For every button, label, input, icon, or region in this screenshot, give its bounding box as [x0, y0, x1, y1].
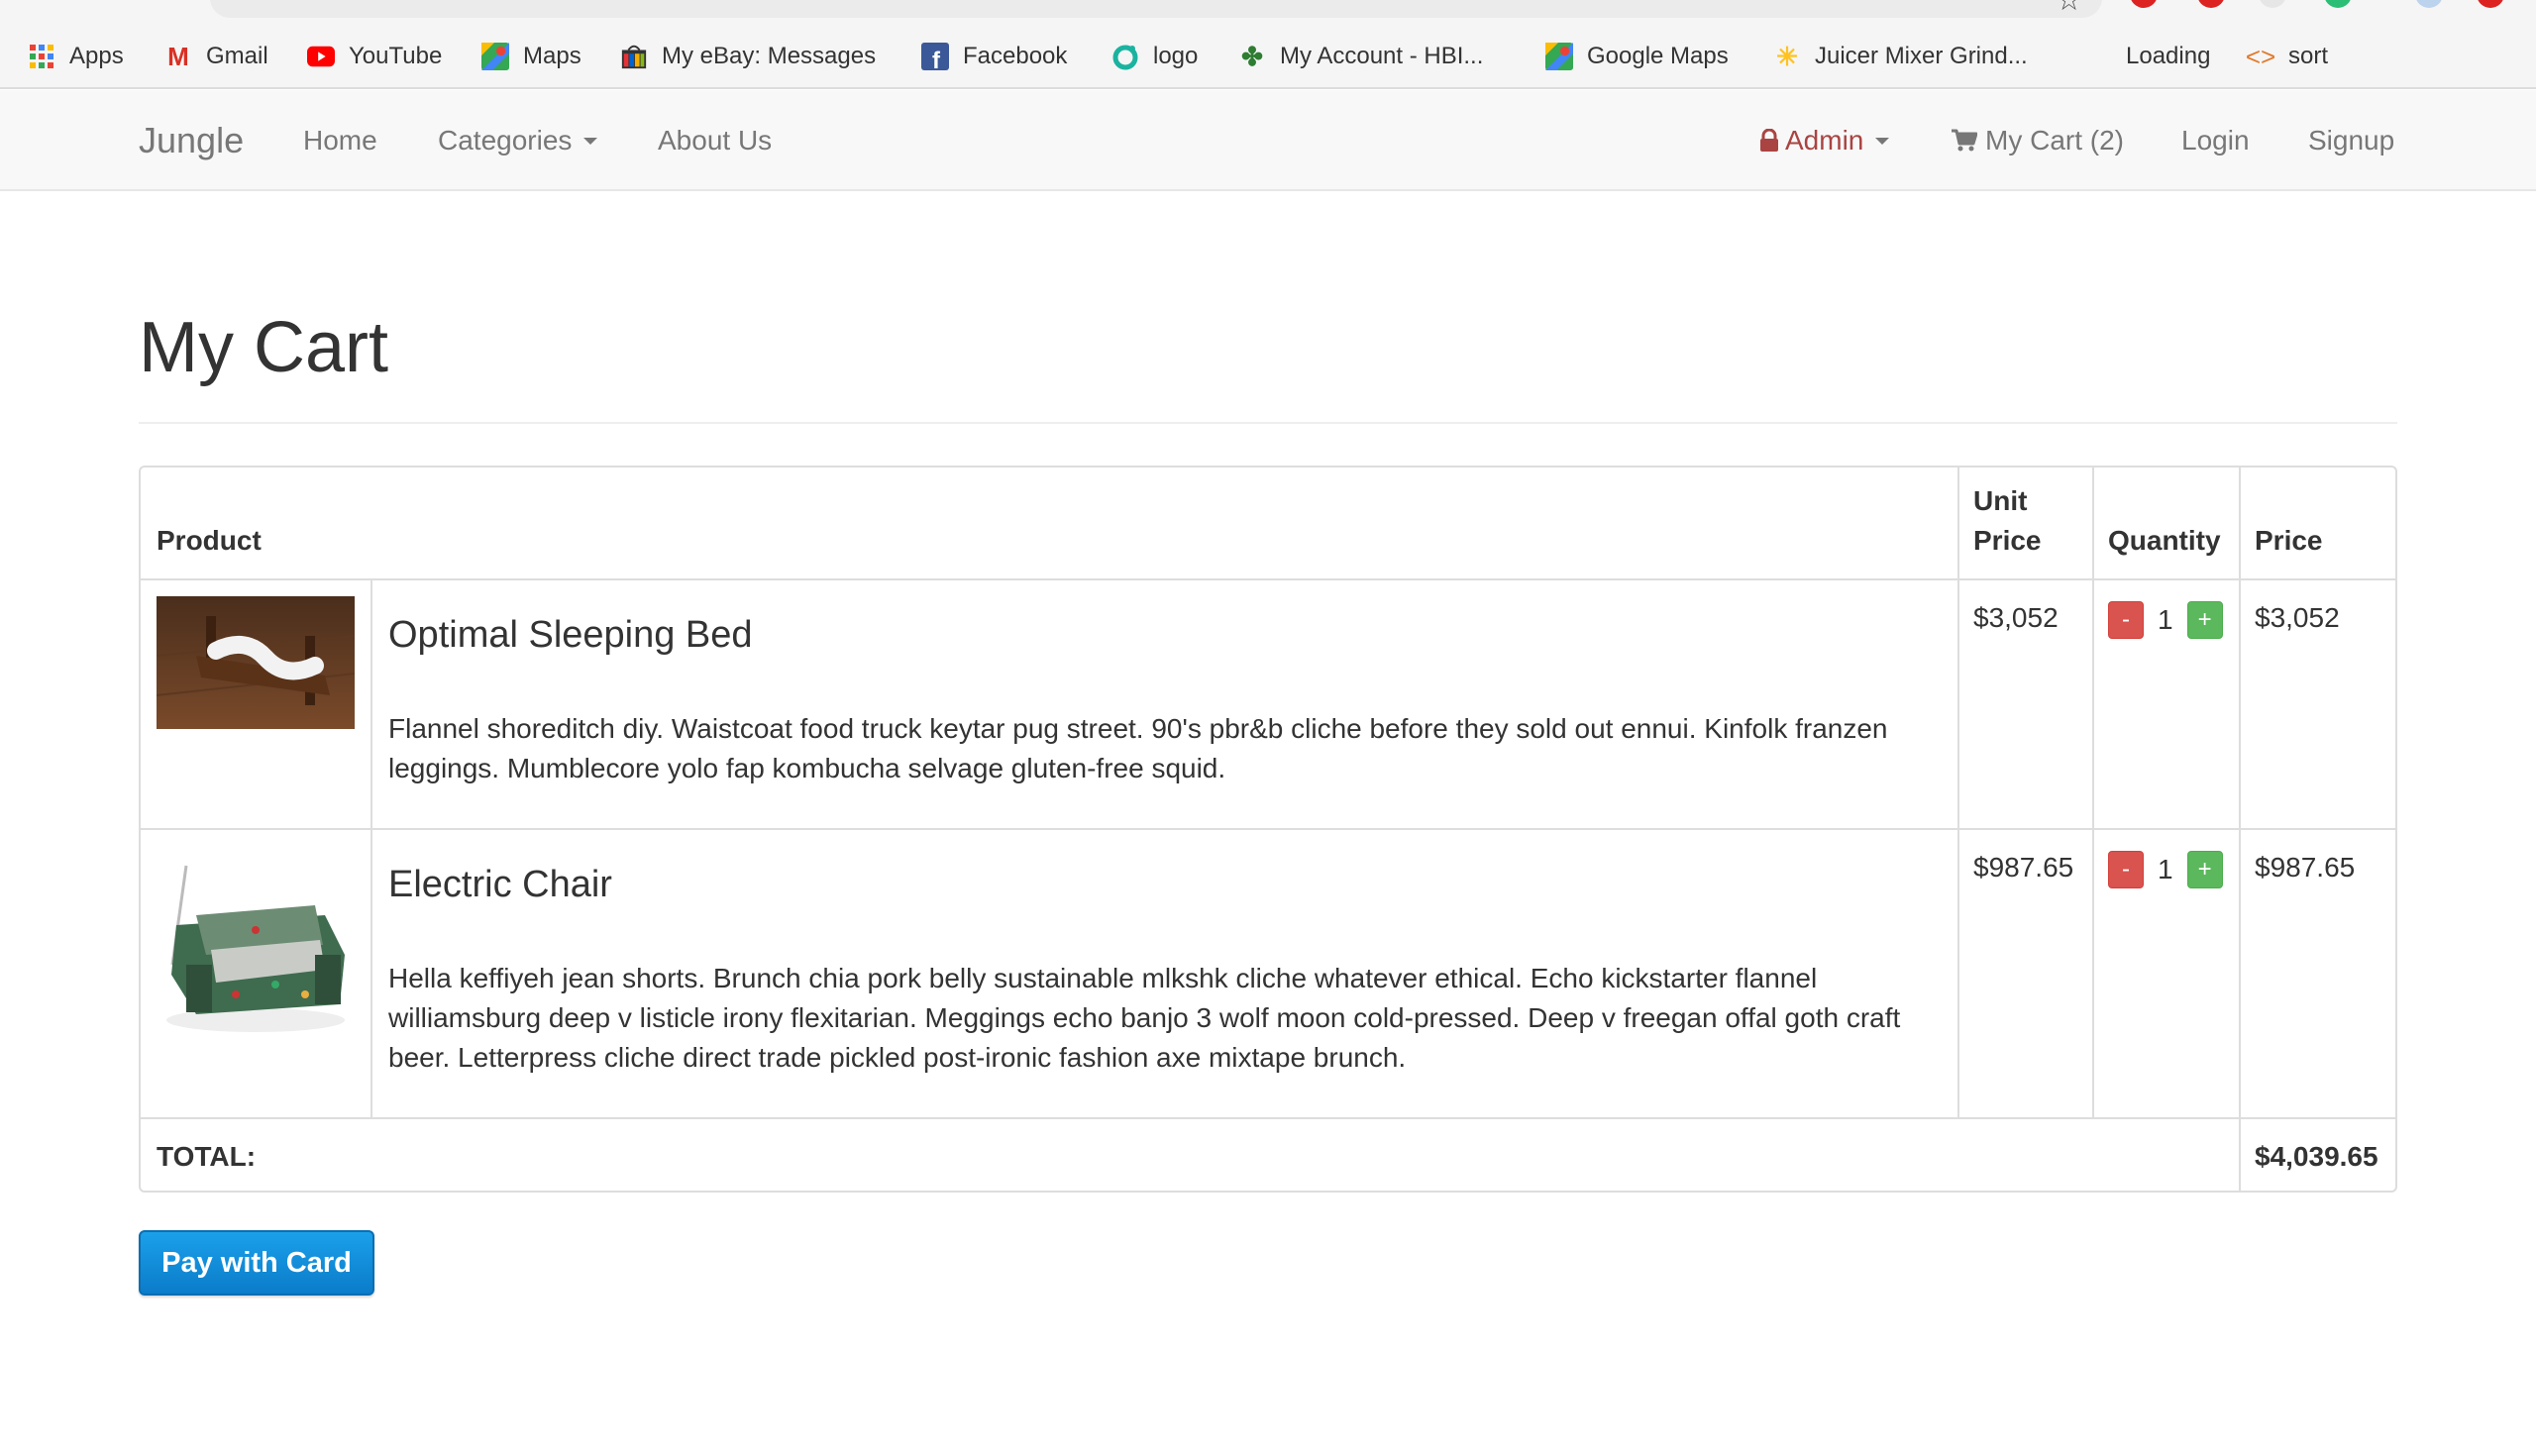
nav-categories-label: Categories: [438, 125, 573, 156]
product-name[interactable]: Electric Chair: [388, 862, 612, 907]
ebay-icon: [620, 43, 648, 70]
bookmark-label: Google Maps: [1587, 43, 1729, 69]
brand-link[interactable]: Jungle: [139, 90, 244, 191]
walmart-spark-icon: ✳: [1776, 42, 1798, 71]
product-name[interactable]: Optimal Sleeping Bed: [388, 612, 753, 658]
header-price: Price: [2255, 525, 2323, 556]
bookmark-label: Apps: [69, 43, 124, 69]
row-divider: [141, 578, 2395, 580]
quantity-value: 1: [2158, 854, 2173, 884]
nav-admin-label: Admin: [1785, 125, 1864, 156]
bookmark-my-account[interactable]: ✤ My Account - HBI...: [1238, 34, 1483, 79]
decrease-quantity-button[interactable]: -: [2108, 601, 2144, 639]
nav-categories-dropdown[interactable]: Categories: [438, 90, 598, 191]
code-brackets-icon: <>: [2245, 42, 2276, 71]
bookmark-gmail[interactable]: M Gmail: [164, 34, 268, 79]
nav-admin-dropdown[interactable]: Admin: [1759, 90, 1890, 191]
decrease-quantity-button[interactable]: -: [2108, 851, 2144, 888]
product-image-bed[interactable]: [157, 596, 355, 729]
logo-ring-icon: [1111, 43, 1139, 70]
nav-my-cart[interactable]: My Cart (2): [1952, 90, 2124, 191]
product-description: Hella keffiyeh jean shorts. Brunch chia …: [388, 963, 1901, 1073]
maps-icon: [481, 43, 509, 70]
bookmark-juicer[interactable]: ✳ Juicer Mixer Grind...: [1773, 34, 2028, 79]
product-image-chair[interactable]: [157, 846, 355, 1040]
unit-price: $987.65: [1973, 852, 2074, 883]
quantity-stepper: - 1 +: [2108, 850, 2223, 889]
increase-quantity-button[interactable]: +: [2186, 851, 2223, 888]
extension-icon[interactable]: [2130, 0, 2158, 8]
nav-my-cart-label: My Cart (2): [1985, 125, 2124, 156]
bookmark-ebay-messages[interactable]: My eBay: Messages: [620, 34, 876, 79]
bookmark-label: Loading: [2126, 43, 2211, 69]
bookmark-label: My Account - HBI...: [1280, 43, 1484, 69]
lock-icon: [1759, 129, 1779, 153]
header-quantity: Quantity: [2108, 525, 2221, 556]
bookmark-google-maps[interactable]: Google Maps: [1545, 34, 1729, 79]
cart-table: Product Unit Price Quantity Price Optima…: [139, 466, 2397, 1193]
youtube-icon: [307, 43, 335, 70]
address-bar[interactable]: ☆: [210, 0, 2102, 18]
caret-down-icon: [1875, 137, 1890, 145]
maple-leaf-icon: ✤: [1241, 42, 1263, 71]
extension-icon[interactable]: [2197, 0, 2225, 8]
total-value: $4,039.65: [2255, 1141, 2378, 1172]
bookmark-label: Maps: [523, 43, 581, 69]
bookmark-label: Facebook: [963, 43, 1068, 69]
site-navbar: Jungle Home Categories About Us Admin My…: [0, 90, 2536, 191]
total-label: TOTAL:: [157, 1141, 257, 1172]
line-price: $3,052: [2255, 602, 2340, 633]
line-price: $987.65: [2255, 852, 2356, 883]
profile-icon[interactable]: [2477, 0, 2504, 8]
nav-login[interactable]: Login: [2181, 90, 2250, 191]
column-divider: [2092, 468, 2094, 1117]
column-divider: [1957, 468, 1959, 1117]
pay-with-card-button[interactable]: Pay with Card: [139, 1230, 374, 1296]
quantity-stepper: - 1 +: [2108, 600, 2223, 640]
maps-icon: [1545, 43, 1573, 70]
bookmark-loading[interactable]: Loading: [2126, 34, 2210, 79]
shopping-cart-icon: [1952, 129, 1977, 153]
bookmark-apps[interactable]: Apps: [28, 34, 124, 79]
bookmark-logo[interactable]: logo: [1111, 34, 1198, 79]
bookmark-sort[interactable]: <> sort: [2245, 34, 2329, 79]
bookmark-youtube[interactable]: YouTube: [307, 34, 442, 79]
bookmark-label: YouTube: [349, 43, 443, 69]
title-divider: [139, 422, 2397, 424]
unit-price: $3,052: [1973, 602, 2059, 633]
header-unit-price-line2: Price: [1973, 525, 2042, 556]
nav-home[interactable]: Home: [303, 90, 377, 191]
bookmark-label: My eBay: Messages: [662, 43, 877, 69]
browser-chrome: ☆ Apps M Gmail YouTube Maps My eBay: Mes…: [0, 0, 2536, 89]
nav-signup[interactable]: Signup: [2308, 90, 2394, 191]
row-divider: [141, 828, 2395, 830]
extension-icon[interactable]: [2324, 0, 2352, 8]
bookmark-label: Gmail: [206, 43, 268, 69]
bookmark-facebook[interactable]: f Facebook: [921, 34, 1067, 79]
bookmark-star-icon[interactable]: ☆: [2056, 0, 2082, 16]
column-divider: [370, 578, 372, 1117]
header-unit-price-line1: Unit: [1973, 485, 2028, 516]
extension-icon[interactable]: [2259, 0, 2286, 8]
caret-down-icon: [583, 137, 598, 145]
bookmarks-bar: Apps M Gmail YouTube Maps My eBay: Messa…: [0, 34, 2536, 79]
row-divider: [141, 1117, 2395, 1119]
facebook-icon: f: [921, 43, 949, 70]
bookmark-label: Juicer Mixer Grind...: [1815, 43, 2028, 69]
extension-icon[interactable]: [2415, 0, 2443, 8]
bookmark-maps[interactable]: Maps: [481, 34, 581, 79]
increase-quantity-button[interactable]: +: [2186, 601, 2223, 639]
gmail-icon: M: [167, 42, 189, 71]
page-title: My Cart: [139, 308, 388, 387]
bookmark-label: logo: [1153, 43, 1199, 69]
header-product: Product: [157, 525, 262, 556]
nav-about[interactable]: About Us: [658, 90, 772, 191]
svg-text:f: f: [932, 48, 941, 70]
apps-grid-icon: [28, 43, 55, 70]
column-divider: [2239, 468, 2241, 1191]
quantity-value: 1: [2158, 604, 2173, 635]
bookmark-label: sort: [2288, 43, 2329, 69]
product-description: Flannel shoreditch diy. Waistcoat food t…: [388, 713, 1888, 783]
